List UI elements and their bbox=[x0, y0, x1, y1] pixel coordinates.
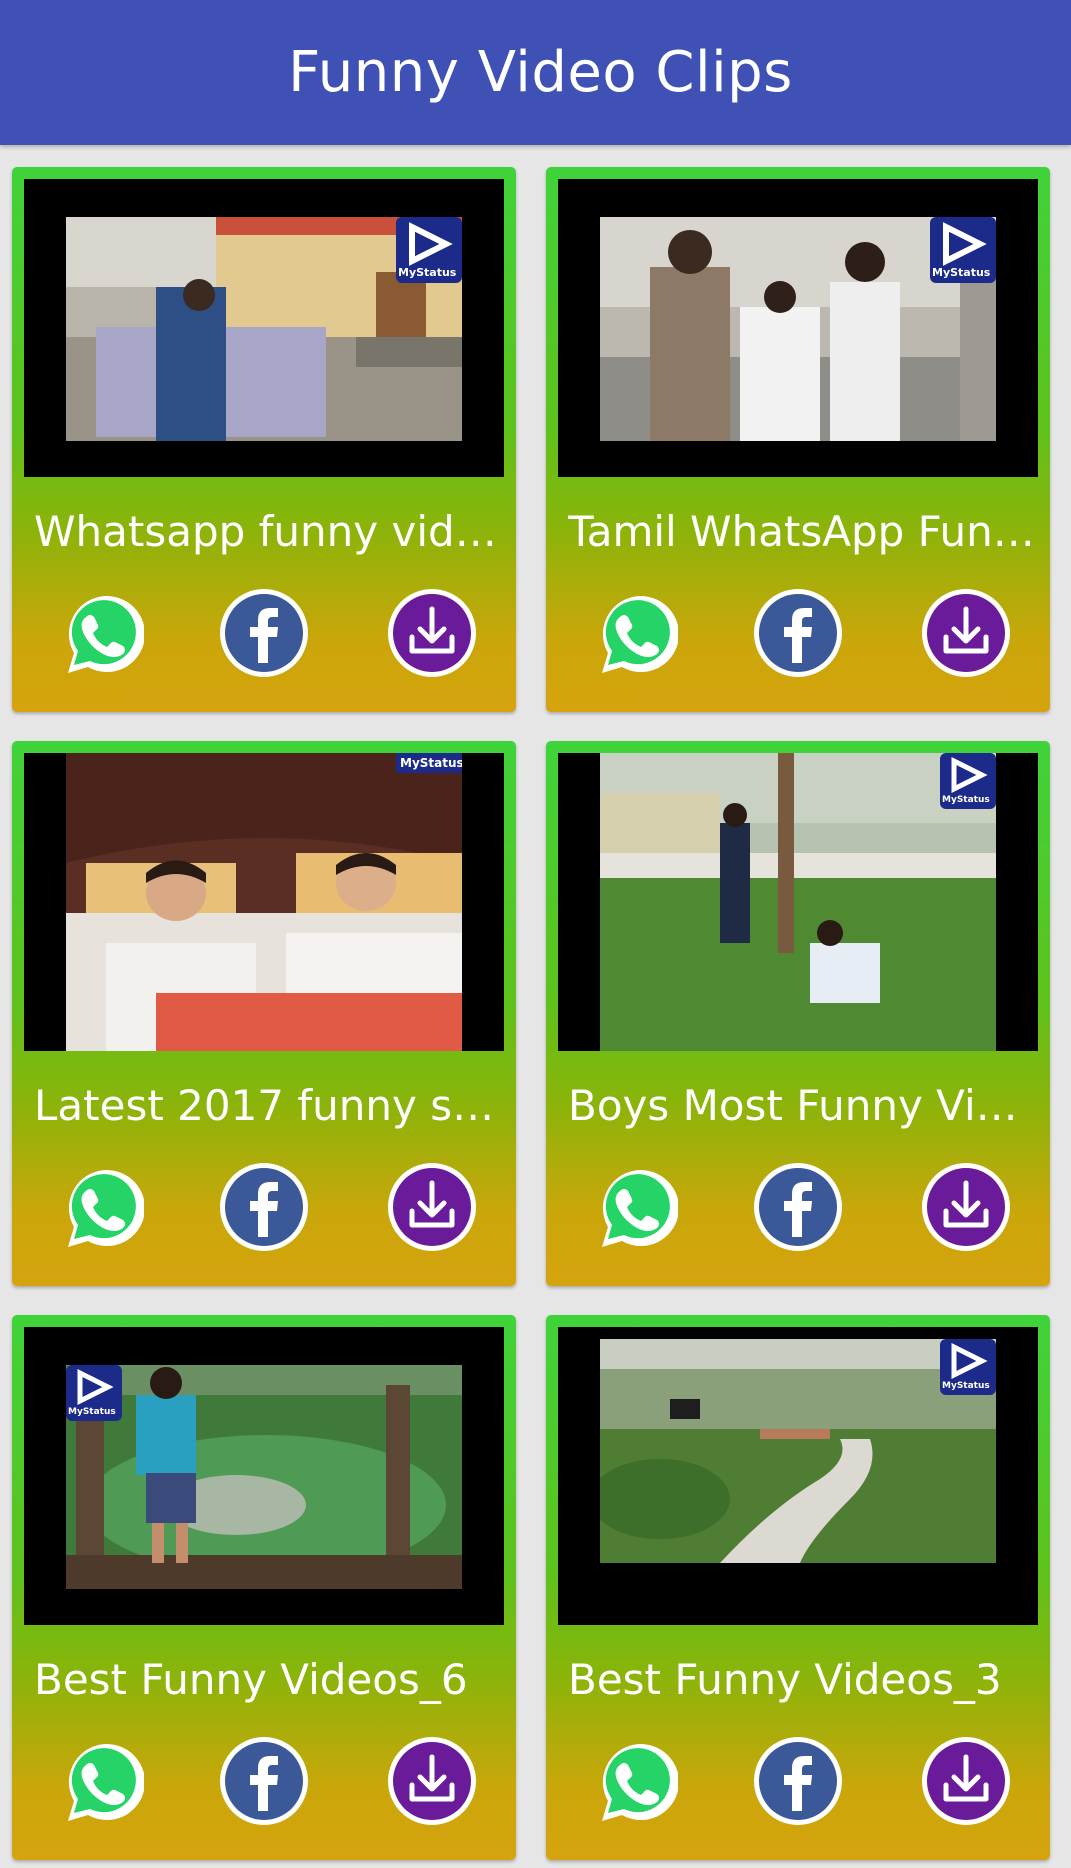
download-button[interactable] bbox=[920, 1735, 1012, 1827]
video-thumbnail[interactable]: MyStatus bbox=[600, 753, 996, 1051]
facebook-share-button[interactable] bbox=[218, 587, 310, 679]
mystatus-watermark: MyStatus bbox=[930, 217, 996, 283]
whatsapp-icon bbox=[68, 1744, 144, 1821]
video-thumbnail-frame[interactable]: MyStatus bbox=[558, 753, 1038, 1051]
download-button[interactable] bbox=[920, 587, 1012, 679]
video-thumbnail[interactable]: MyStatus bbox=[66, 1365, 462, 1589]
share-actions bbox=[546, 1161, 1050, 1261]
facebook-icon bbox=[754, 589, 842, 677]
watermark-label: MyStatus bbox=[942, 795, 990, 805]
share-actions bbox=[546, 587, 1050, 687]
watermark-label: MyStatus bbox=[398, 266, 457, 279]
whatsapp-share-button[interactable] bbox=[52, 587, 144, 679]
video-thumbnail[interactable]: MyStatus bbox=[600, 1339, 996, 1563]
video-thumbnail[interactable]: MyStatus bbox=[66, 217, 462, 441]
share-actions bbox=[12, 1161, 516, 1261]
facebook-icon bbox=[220, 589, 308, 677]
video-thumbnail-frame[interactable]: MyStatus bbox=[24, 1327, 504, 1625]
video-card[interactable]: MyStatus Tamil WhatsApp Funn… bbox=[546, 167, 1050, 712]
mystatus-watermark: MyStatus bbox=[940, 753, 996, 809]
facebook-icon bbox=[220, 1163, 308, 1251]
facebook-share-button[interactable] bbox=[218, 1161, 310, 1253]
watermark-label: MyStatus bbox=[932, 266, 991, 279]
app-title: Funny Video Clips bbox=[288, 40, 793, 105]
mystatus-watermark: MyStatus bbox=[396, 217, 462, 283]
mystatus-watermark: MyStatus bbox=[396, 753, 462, 773]
download-button[interactable] bbox=[386, 1161, 478, 1253]
video-card[interactable]: MyStatus Latest 2017 funny sho… bbox=[12, 741, 516, 1286]
whatsapp-share-button[interactable] bbox=[586, 587, 678, 679]
video-title: Best Funny Videos_3 bbox=[568, 1655, 1002, 1704]
download-button[interactable] bbox=[386, 1735, 478, 1827]
share-actions bbox=[12, 587, 516, 687]
video-title: Latest 2017 funny sho… bbox=[34, 1081, 504, 1130]
watermark-label: MyStatus bbox=[400, 756, 462, 770]
whatsapp-icon bbox=[68, 1170, 144, 1247]
download-button[interactable] bbox=[920, 1161, 1012, 1253]
video-thumbnail[interactable]: MyStatus bbox=[600, 217, 996, 441]
whatsapp-icon bbox=[602, 596, 678, 673]
whatsapp-share-button[interactable] bbox=[52, 1735, 144, 1827]
video-card[interactable]: MyStatus Whatsapp funny video… bbox=[12, 167, 516, 712]
video-title: Whatsapp funny video… bbox=[34, 507, 504, 556]
video-card[interactable]: MyStatus Best Funny Videos_6 bbox=[12, 1315, 516, 1860]
facebook-icon bbox=[220, 1737, 308, 1825]
video-card[interactable]: MyStatus Boys Most Funny Vide… bbox=[546, 741, 1050, 1286]
share-actions bbox=[12, 1735, 516, 1835]
watermark-label: MyStatus bbox=[68, 1407, 116, 1417]
whatsapp-icon bbox=[602, 1170, 678, 1247]
facebook-share-button[interactable] bbox=[752, 1161, 844, 1253]
mystatus-watermark: MyStatus bbox=[66, 1365, 122, 1421]
download-icon bbox=[922, 1737, 1010, 1825]
video-thumbnail[interactable]: MyStatus bbox=[66, 753, 462, 1051]
app-bar: Funny Video Clips bbox=[0, 0, 1071, 145]
video-thumbnail-frame[interactable]: MyStatus bbox=[558, 1327, 1038, 1625]
facebook-icon bbox=[754, 1163, 842, 1251]
facebook-share-button[interactable] bbox=[752, 1735, 844, 1827]
download-icon bbox=[388, 589, 476, 677]
video-title: Tamil WhatsApp Funn… bbox=[568, 507, 1038, 556]
whatsapp-icon bbox=[68, 596, 144, 673]
video-thumbnail-frame[interactable]: MyStatus bbox=[558, 179, 1038, 477]
whatsapp-share-button[interactable] bbox=[52, 1161, 144, 1253]
watermark-label: MyStatus bbox=[942, 1381, 990, 1391]
download-icon bbox=[388, 1737, 476, 1825]
whatsapp-share-button[interactable] bbox=[586, 1735, 678, 1827]
facebook-share-button[interactable] bbox=[752, 587, 844, 679]
video-card[interactable]: MyStatus Best Funny Videos_3 bbox=[546, 1315, 1050, 1860]
download-icon bbox=[922, 589, 1010, 677]
video-thumbnail-frame[interactable]: MyStatus bbox=[24, 753, 504, 1051]
video-thumbnail-frame[interactable]: MyStatus bbox=[24, 179, 504, 477]
facebook-share-button[interactable] bbox=[218, 1735, 310, 1827]
download-button[interactable] bbox=[386, 587, 478, 679]
share-actions bbox=[546, 1735, 1050, 1835]
video-grid: MyStatus Whatsapp funny video… MyStatus … bbox=[0, 145, 1071, 1868]
whatsapp-icon bbox=[602, 1744, 678, 1821]
mystatus-watermark: MyStatus bbox=[940, 1339, 996, 1395]
download-icon bbox=[922, 1163, 1010, 1251]
facebook-icon bbox=[754, 1737, 842, 1825]
whatsapp-share-button[interactable] bbox=[586, 1161, 678, 1253]
download-icon bbox=[388, 1163, 476, 1251]
video-title: Best Funny Videos_6 bbox=[34, 1655, 468, 1704]
video-title: Boys Most Funny Vide… bbox=[568, 1081, 1038, 1130]
